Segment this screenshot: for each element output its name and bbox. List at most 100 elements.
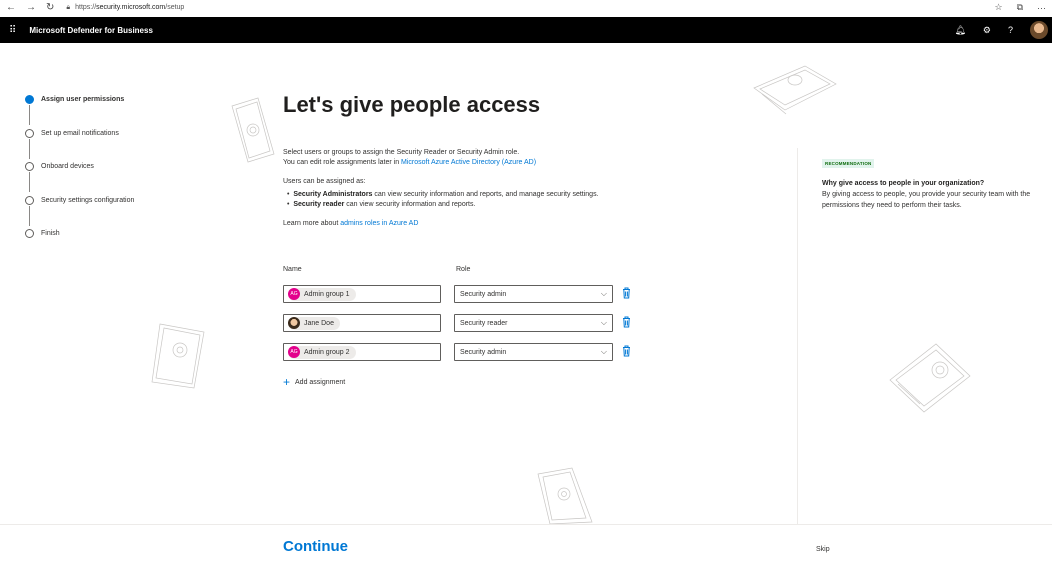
assignment-row: Jane Doe Security reader ⌵ [283,314,643,332]
intro-line-2: You can edit role assignments later in [283,159,402,166]
step-label: Security settings configuration [41,196,135,204]
bullet-admin-text: can view security information and report… [372,191,599,198]
step-finish[interactable]: Finish [25,226,134,260]
more-icon[interactable]: ··· [1037,3,1046,13]
step-label: Onboard devices [41,163,94,170]
name-column-header: Name [283,266,302,273]
page-title: Let's give people access [283,92,541,117]
decorative-illustration [231,97,275,163]
browser-toolbar: ← → ↻ 🔒︎ https://security.microsoft.com/… [0,0,1052,15]
favorites-icon[interactable]: ☆ [994,2,1002,13]
assignee-name: Admin group 2 [304,348,350,356]
continue-button[interactable]: Continue [283,538,348,555]
address-bar[interactable]: 🔒︎ https://security.microsoft.com/setup [66,4,184,12]
step-indicator [25,128,34,138]
lock-icon: 🔒︎ [66,3,71,11]
role-value: Security admin [460,348,507,356]
avatar[interactable] [1030,21,1048,39]
assignment-table-header: Name Role [283,266,643,273]
chevron-down-icon: ⌵ [600,289,607,298]
url-prefix: https:// [75,4,97,11]
decorative-illustration [889,343,971,413]
assignee-name: Jane Doe [304,319,334,327]
decorative-illustration [537,467,593,524]
app-launcher-icon[interactable]: ⠿ [9,25,16,36]
browser-nav: ← → ↻ [6,2,54,13]
intro-text: Select users or groups to assign the Sec… [283,148,763,168]
role-bullets: • Security Administrators can view secur… [283,190,763,210]
name-picker[interactable]: Jane Doe [283,314,441,332]
role-value: Security reader [460,319,508,327]
step-email-notifications[interactable]: Set up email notifications [25,126,134,160]
step-assign-user-permissions[interactable]: Assign user permissions [25,92,134,126]
url-path: /setup [165,4,185,11]
decorative-illustration [151,323,205,389]
assignment-row: AG Admin group 2 Security admin ⌵ [283,343,643,361]
step-onboard-devices[interactable]: Onboard devices [25,159,134,193]
main-content: Let's give people access Select users or… [283,92,763,229]
decorative-illustration [753,65,837,115]
step-indicator [25,195,34,205]
role-column-header: Role [456,266,471,273]
step-label: Finish [41,230,60,237]
add-icon: + [283,375,291,389]
collections-icon[interactable]: ⧉ [1017,2,1023,13]
role-dropdown[interactable]: Security admin ⌵ [454,343,613,361]
initials-avatar: AG [288,346,300,358]
role-value: Security admin [460,290,507,298]
delete-icon[interactable] [622,316,631,328]
assignment-row: AG Admin group 1 Security admin ⌵ [283,285,643,303]
back-icon[interactable]: ← [6,2,16,13]
notifications-icon[interactable]: 🔔︎ [954,25,965,36]
chevron-down-icon: ⌵ [600,318,607,327]
name-picker[interactable]: AG Admin group 1 [283,285,441,303]
step-security-settings[interactable]: Security settings configuration [25,193,134,227]
recommendation-panel: RECOMMENDATION Why give access to people… [822,152,1032,211]
step-indicator [25,162,34,171]
admin-roles-link[interactable]: admins roles in Azure AD [340,220,418,227]
app-title: Microsoft Defender for Business [29,25,153,35]
help-icon[interactable]: ? [1008,25,1013,35]
delete-icon[interactable] [622,345,631,357]
role-dropdown[interactable]: Security reader ⌵ [454,314,613,332]
settings-icon[interactable]: ⚙ [983,25,991,36]
user-pill[interactable]: AG Admin group 1 [288,287,356,301]
add-assignment-label: Add assignment [295,378,346,386]
step-label: Set up email notifications [41,129,119,137]
recommendation-question: Why give access to people in your organi… [822,180,985,187]
azure-ad-link[interactable]: Microsoft Azure Active Directory (Azure … [401,159,536,166]
step-indicator-active [25,95,34,104]
bullet-admin: • Security Administrators can view secur… [287,191,599,198]
bullet-reader-title: Security reader [293,201,345,208]
refresh-icon[interactable]: ↻ [46,2,54,13]
url-host: security.microsoft.com [96,4,166,11]
chevron-down-icon: ⌵ [600,347,607,356]
forward-icon[interactable]: → [26,2,36,13]
step-indicator [25,229,34,238]
name-picker[interactable]: AG Admin group 2 [283,343,441,361]
step-connector [29,205,30,226]
add-assignment-button[interactable]: + Add assignment [283,375,346,389]
user-pill[interactable]: AG Admin group 2 [288,345,356,359]
initials-avatar: AG [288,288,300,300]
recommendation-badge: RECOMMENDATION [822,159,875,168]
setup-steps: Assign user permissions Set up email not… [25,92,134,260]
recommendation-answer: By giving access to people, you provide … [822,191,1031,209]
step-connector [29,138,30,159]
panel-divider [797,148,798,524]
user-pill[interactable]: Jane Doe [288,316,340,330]
step-connector [29,172,30,192]
app-header: ⠿ Microsoft Defender for Business 🔔︎ ⚙ ? [0,17,1052,43]
intro-line-1: Select users or groups to assign the Sec… [283,149,520,156]
delete-icon[interactable] [622,287,631,299]
learn-more-text: Learn more about [283,220,341,227]
user-photo-avatar [288,317,300,329]
skip-button[interactable]: Skip [816,546,830,553]
role-dropdown[interactable]: Security admin ⌵ [454,285,613,303]
bullet-reader-text: can view security information and report… [344,201,476,208]
step-connector [29,105,30,125]
assign-intro: Users can be assigned as: [283,178,366,185]
bullet-admin-title: Security Administrators [293,191,373,198]
footer-divider [0,524,1052,525]
assignee-name: Admin group 1 [304,290,350,298]
